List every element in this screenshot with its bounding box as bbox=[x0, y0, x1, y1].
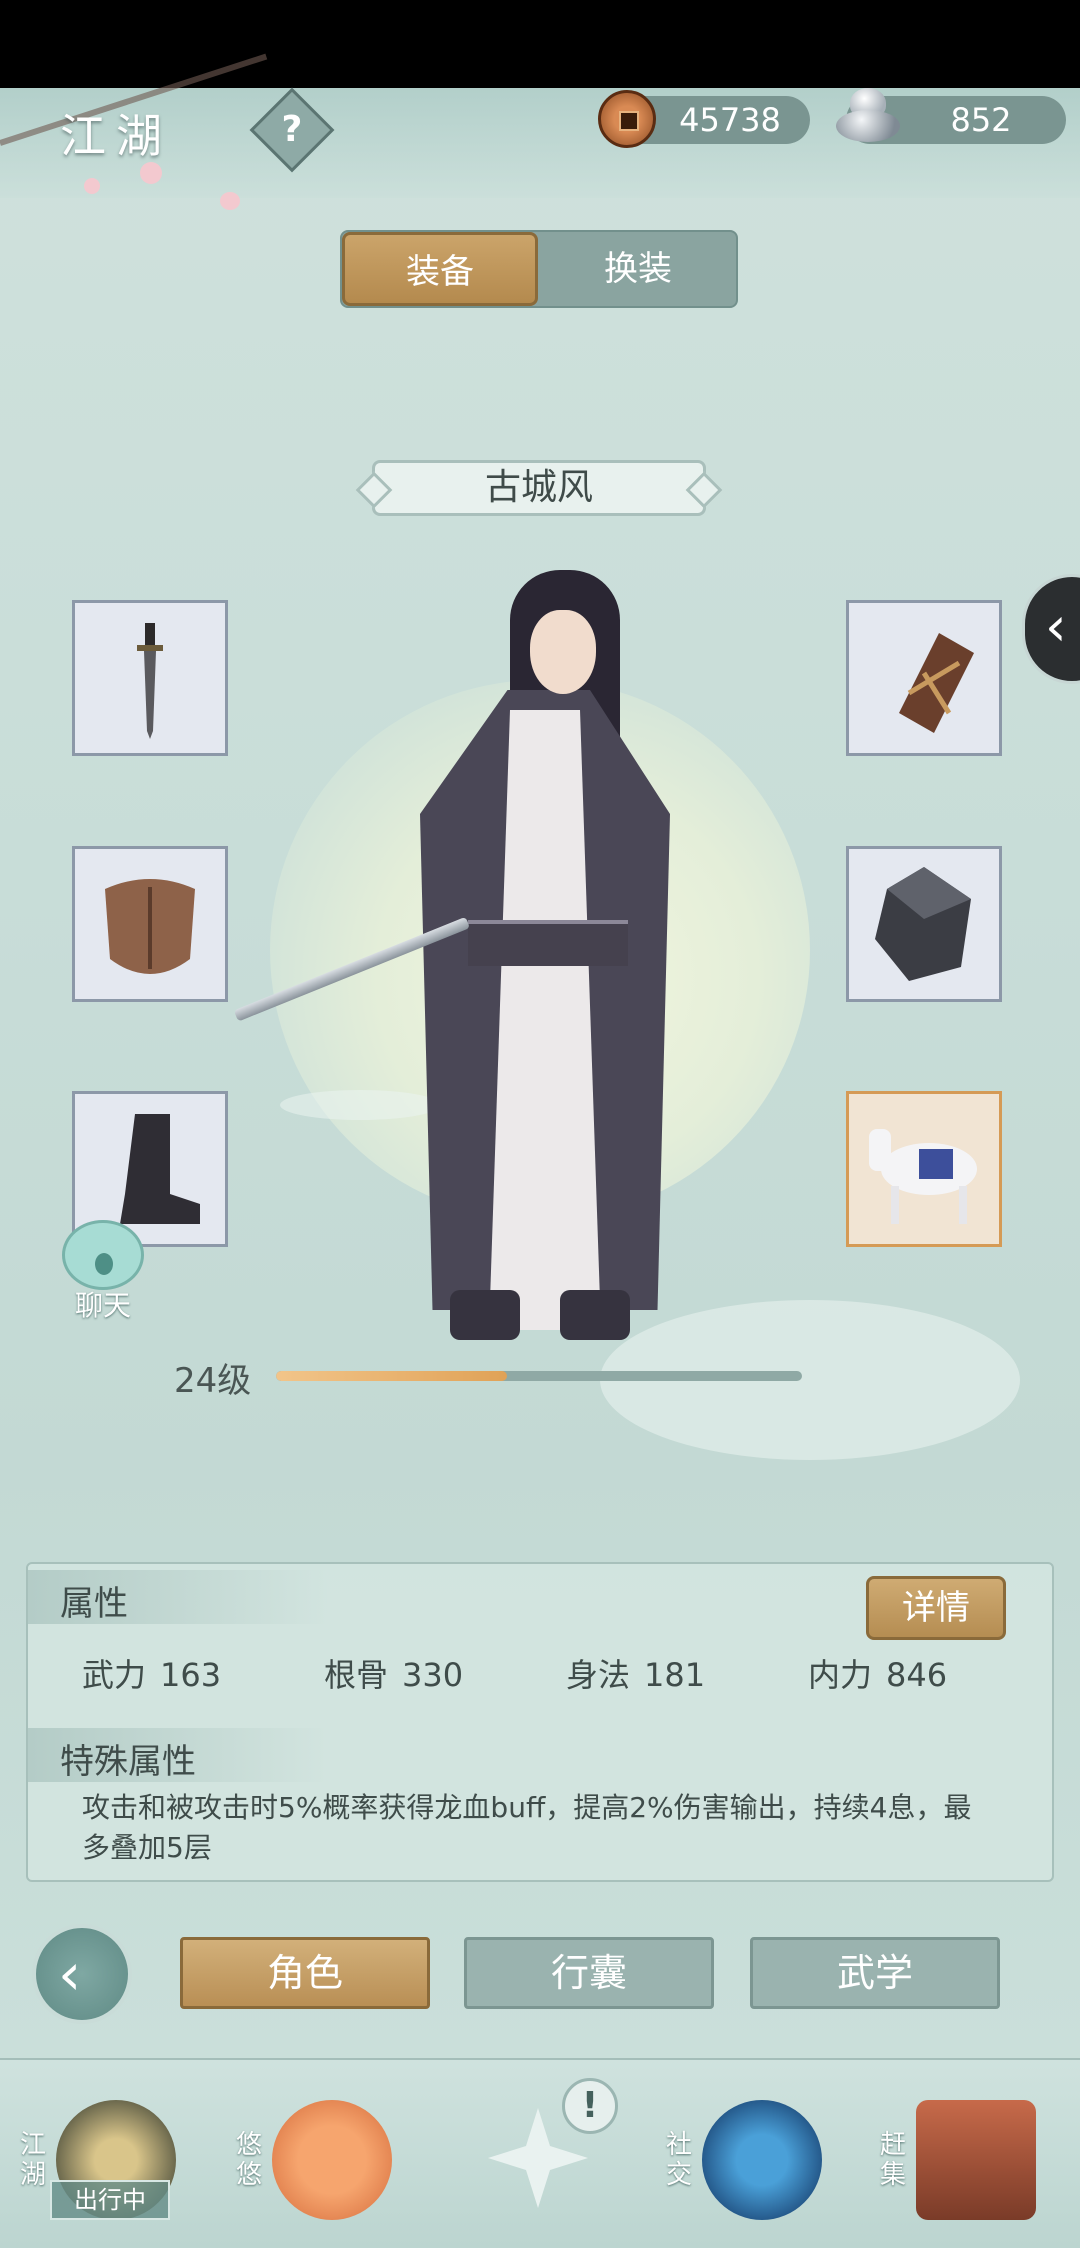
dock-label: 江湖 bbox=[20, 2130, 47, 2190]
tab-outfit[interactable]: 换装 bbox=[540, 232, 736, 306]
dock-youyou[interactable]: 悠悠 bbox=[236, 2090, 406, 2240]
status-bar bbox=[0, 0, 1080, 88]
white-horse-icon bbox=[869, 1129, 977, 1224]
stat-value: 163 bbox=[160, 1656, 222, 1694]
stat-wuli: 武力 163 bbox=[82, 1650, 221, 1696]
special-attributes-title: 特殊属性 bbox=[60, 1742, 196, 1782]
wave-bowl-icon bbox=[702, 2100, 822, 2220]
character-model[interactable] bbox=[300, 550, 720, 1350]
copper-coin-counter[interactable]: 45738 bbox=[598, 90, 810, 148]
chat-button[interactable]: 聊天 bbox=[58, 1220, 148, 1322]
blossom-decoration bbox=[84, 178, 100, 194]
dock-label: 悠悠 bbox=[236, 2130, 263, 2190]
copper-coin-value: 45738 bbox=[679, 101, 781, 139]
copper-coin-icon bbox=[598, 90, 656, 148]
nav-character-button[interactable]: 角色 bbox=[180, 1937, 430, 2009]
level-label: 24级 bbox=[174, 1361, 252, 1401]
character-belt bbox=[468, 920, 628, 966]
back-button[interactable]: ‹ bbox=[32, 1924, 132, 2024]
nav-inventory-button[interactable]: 行囊 bbox=[464, 1937, 714, 2009]
dock-market[interactable]: 赶集 bbox=[880, 2090, 1050, 2240]
attributes-title: 属性 bbox=[60, 1584, 128, 1624]
character-boot bbox=[560, 1290, 630, 1340]
equip-slot-bracer[interactable] bbox=[846, 600, 1002, 756]
dock-social[interactable]: 社交 bbox=[666, 2090, 836, 2240]
equipment-tabs: 装备 换装 bbox=[340, 230, 738, 308]
question-mark-icon: ? bbox=[281, 109, 303, 150]
gem-icon bbox=[875, 867, 971, 981]
alert-icon[interactable]: ! bbox=[562, 2078, 618, 2134]
silver-ingot-value: 852 bbox=[950, 101, 1012, 139]
stat-value: 330 bbox=[402, 1656, 464, 1694]
chat-bubble-icon bbox=[62, 1220, 144, 1290]
equip-slot-gem[interactable] bbox=[846, 846, 1002, 1002]
stat-value: 846 bbox=[886, 1656, 948, 1694]
equip-slot-weapon[interactable] bbox=[72, 600, 228, 756]
stat-value: 181 bbox=[644, 1656, 706, 1694]
nav-martial-arts-button[interactable]: 武学 bbox=[750, 1937, 1000, 2009]
page-title: 江湖 bbox=[60, 109, 172, 163]
stat-neili: 内力 846 bbox=[808, 1650, 947, 1696]
xp-progress-bar bbox=[276, 1371, 802, 1381]
stat-gengu: 根骨 330 bbox=[324, 1650, 463, 1696]
details-button[interactable]: 详情 bbox=[866, 1576, 1006, 1640]
blossom-decoration bbox=[220, 192, 240, 210]
character-name-plaque: 古城风 bbox=[372, 460, 706, 516]
special-attributes-description: 攻击和被攻击时5%概率获得龙血buff，提高2%伤害输出，持续4息，最多叠加5层 bbox=[82, 1791, 972, 1864]
stat-label: 根骨 bbox=[324, 1656, 389, 1694]
equip-slot-armor[interactable] bbox=[72, 846, 228, 1002]
stat-label: 武力 bbox=[82, 1656, 147, 1694]
traveling-badge: 出行中 bbox=[50, 2180, 170, 2220]
stat-label: 内力 bbox=[808, 1656, 873, 1694]
character-head bbox=[530, 610, 596, 694]
sword-icon bbox=[137, 623, 163, 739]
market-basket-icon bbox=[916, 2100, 1036, 2220]
back-arrow-icon: ‹ bbox=[58, 1940, 82, 2008]
silver-ingot-counter[interactable]: 852 bbox=[836, 88, 1066, 144]
stat-shenfa: 身法 181 bbox=[566, 1650, 705, 1696]
swallow-sun-icon bbox=[272, 2100, 392, 2220]
equip-slot-mount[interactable] bbox=[846, 1091, 1002, 1247]
dock-label: 社交 bbox=[666, 2130, 693, 2190]
bracer-icon bbox=[899, 633, 974, 733]
dock-label: 赶集 bbox=[880, 2130, 907, 2190]
chevron-left-icon: ‹ bbox=[1045, 595, 1067, 658]
stat-label: 身法 bbox=[566, 1656, 631, 1694]
chat-label: 聊天 bbox=[74, 1289, 131, 1322]
leather-armor-icon bbox=[105, 879, 195, 974]
silver-ingot-icon bbox=[836, 88, 900, 146]
character-boot bbox=[450, 1290, 520, 1340]
tab-equipment[interactable]: 装备 bbox=[342, 232, 538, 306]
xp-progress-fill bbox=[276, 1371, 508, 1381]
